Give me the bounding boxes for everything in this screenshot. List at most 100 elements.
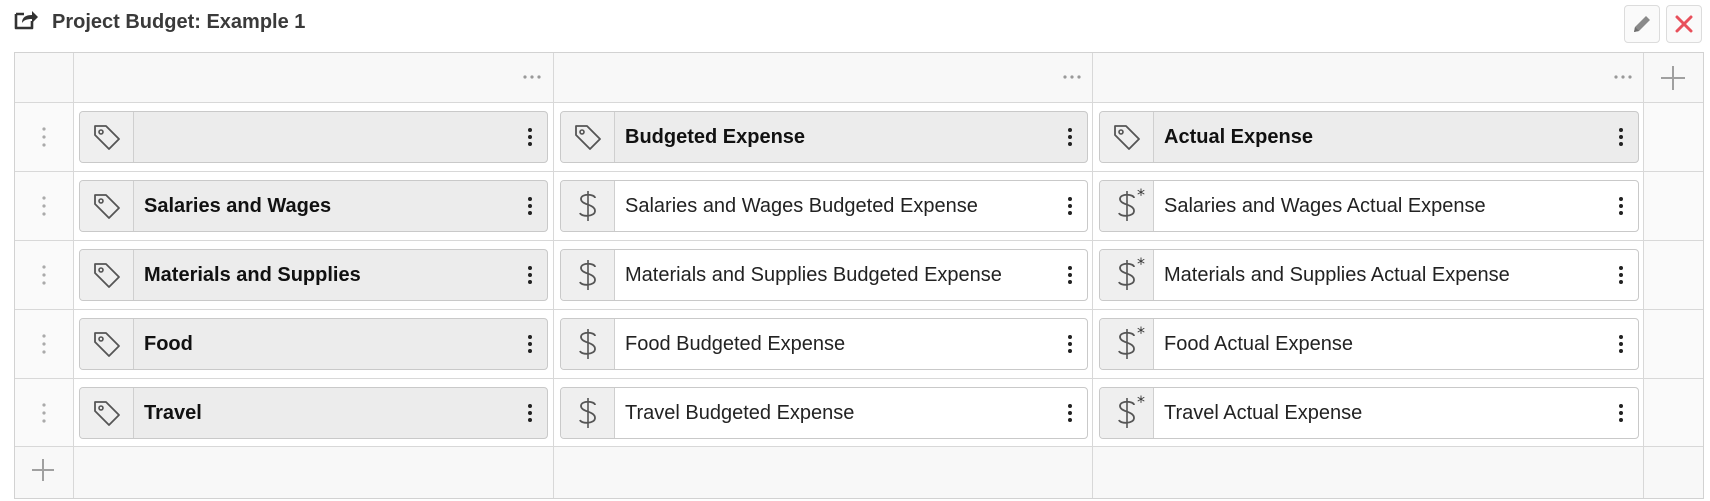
cell-menu-button[interactable]	[1053, 181, 1087, 231]
row-label-cell[interactable]: Materials and Supplies	[79, 249, 548, 301]
dollar-icon-box	[561, 319, 615, 369]
add-column-plus-icon[interactable]	[1658, 63, 1688, 93]
grid-divider	[15, 378, 1703, 379]
more-vertical-icon	[1068, 128, 1072, 146]
more-vertical-icon	[1068, 335, 1072, 353]
more-vertical-icon	[1619, 128, 1623, 146]
cell-menu-button[interactable]	[1604, 181, 1638, 231]
grid-divider	[553, 53, 554, 498]
drag-vertical-dots-icon[interactable]	[39, 263, 49, 287]
grid-divider	[73, 53, 74, 498]
column-header-3	[1093, 53, 1643, 102]
more-vertical-icon	[528, 197, 532, 215]
cell-menu-button[interactable]	[1604, 250, 1638, 300]
cell-menu-button[interactable]	[513, 181, 547, 231]
drag-vertical-dots-icon[interactable]	[39, 125, 49, 149]
cell-menu-button[interactable]	[513, 250, 547, 300]
dollar-icon	[1117, 329, 1135, 359]
cell-text: Salaries and Wages Actual Expense	[1164, 194, 1486, 217]
cell-menu-button[interactable]	[1053, 112, 1087, 162]
row-handle-cell	[15, 379, 73, 446]
tag-icon-box	[80, 112, 134, 162]
tag-icon-box	[1100, 112, 1154, 162]
cell-menu-button[interactable]	[513, 388, 547, 438]
more-vertical-icon	[1068, 197, 1072, 215]
drag-vertical-dots-icon[interactable]	[39, 401, 49, 425]
more-horizontal-icon[interactable]	[1059, 66, 1085, 88]
dollar-icon	[578, 191, 596, 221]
row-tail-cell	[1644, 172, 1703, 240]
more-vertical-icon	[1619, 197, 1623, 215]
header-cell-actual-expense[interactable]: Actual Expense	[1099, 111, 1639, 163]
formula-marker: *	[1137, 185, 1145, 204]
cell-menu-button[interactable]	[1604, 112, 1638, 162]
drag-vertical-dots-icon[interactable]	[39, 332, 49, 356]
tag-icon	[93, 401, 120, 426]
cell-text: Budgeted Expense	[625, 125, 806, 148]
dollar-icon-box: *	[1100, 319, 1154, 369]
share-external-icon[interactable]	[13, 8, 39, 32]
cell-menu-button[interactable]	[1053, 388, 1087, 438]
column-header-2	[554, 53, 1092, 102]
cell-text: Travel Actual Expense	[1164, 401, 1363, 424]
tag-icon	[574, 125, 601, 150]
drag-vertical-dots-icon[interactable]	[39, 194, 49, 218]
actual-expense-cell[interactable]: * Travel Actual Expense	[1099, 387, 1639, 439]
close-button[interactable]	[1666, 5, 1702, 43]
row-label-cell[interactable]: Salaries and Wages	[79, 180, 548, 232]
header-cell-label-column[interactable]	[79, 111, 548, 163]
budgeted-expense-cell[interactable]: Salaries and Wages Budgeted Expense	[560, 180, 1088, 232]
add-row-plus-icon[interactable]	[29, 456, 57, 484]
dollar-icon	[1117, 191, 1135, 221]
row-tail-cell	[1644, 241, 1703, 309]
cell-menu-button[interactable]	[1604, 319, 1638, 369]
more-vertical-icon	[1619, 266, 1623, 284]
dollar-icon-box	[561, 388, 615, 438]
more-horizontal-icon[interactable]	[519, 66, 545, 88]
dollar-icon-box	[561, 250, 615, 300]
dollar-icon	[1117, 398, 1135, 428]
dollar-icon	[1117, 260, 1135, 290]
cell-text: Travel	[144, 401, 202, 424]
budgeted-expense-cell[interactable]: Food Budgeted Expense	[560, 318, 1088, 370]
more-vertical-icon	[1068, 404, 1072, 422]
dollar-icon-box: *	[1100, 250, 1154, 300]
actual-expense-cell[interactable]: * Food Actual Expense	[1099, 318, 1639, 370]
more-horizontal-icon[interactable]	[1610, 66, 1636, 88]
cell-menu-button[interactable]	[1053, 319, 1087, 369]
grid-divider	[15, 309, 1703, 310]
cell-menu-button[interactable]	[1604, 388, 1638, 438]
row-tail-cell	[1644, 103, 1703, 171]
cell-text: Salaries and Wages	[144, 194, 332, 217]
cell-menu-button[interactable]	[513, 112, 547, 162]
row-label-cell[interactable]: Travel	[79, 387, 548, 439]
header-bar: Project Budget: Example 1	[0, 0, 1710, 48]
header-cell-budgeted-expense[interactable]: Budgeted Expense	[560, 111, 1088, 163]
actual-expense-cell[interactable]: * Materials and Supplies Actual Expense	[1099, 249, 1639, 301]
budgeted-expense-cell[interactable]: Travel Budgeted Expense	[560, 387, 1088, 439]
dollar-icon	[578, 398, 596, 428]
tag-icon	[93, 194, 120, 219]
row-handle-cell	[15, 310, 73, 378]
dollar-icon-box: *	[1100, 181, 1154, 231]
row-tail-cell	[1644, 310, 1703, 378]
more-vertical-icon	[528, 335, 532, 353]
cell-menu-button[interactable]	[513, 319, 547, 369]
grid-divider	[15, 446, 1703, 447]
grid-divider	[1092, 53, 1093, 498]
row-label-cell[interactable]: Food	[79, 318, 548, 370]
formula-marker: *	[1137, 323, 1145, 342]
actual-expense-cell[interactable]: * Salaries and Wages Actual Expense	[1099, 180, 1639, 232]
cell-menu-button[interactable]	[1053, 250, 1087, 300]
tag-icon-box	[80, 250, 134, 300]
row-handle-cell	[15, 172, 73, 240]
cell-text: Food Actual Expense	[1164, 332, 1354, 355]
row-handle-cell	[15, 103, 73, 171]
cell-text: Food Budgeted Expense	[625, 332, 846, 355]
pencil-icon	[1634, 16, 1650, 32]
budgeted-expense-cell[interactable]: Materials and Supplies Budgeted Expense	[560, 249, 1088, 301]
corner-header-cell	[15, 53, 73, 102]
grid-divider	[1643, 53, 1644, 498]
edit-button[interactable]	[1624, 5, 1660, 43]
tag-icon	[1113, 125, 1140, 150]
